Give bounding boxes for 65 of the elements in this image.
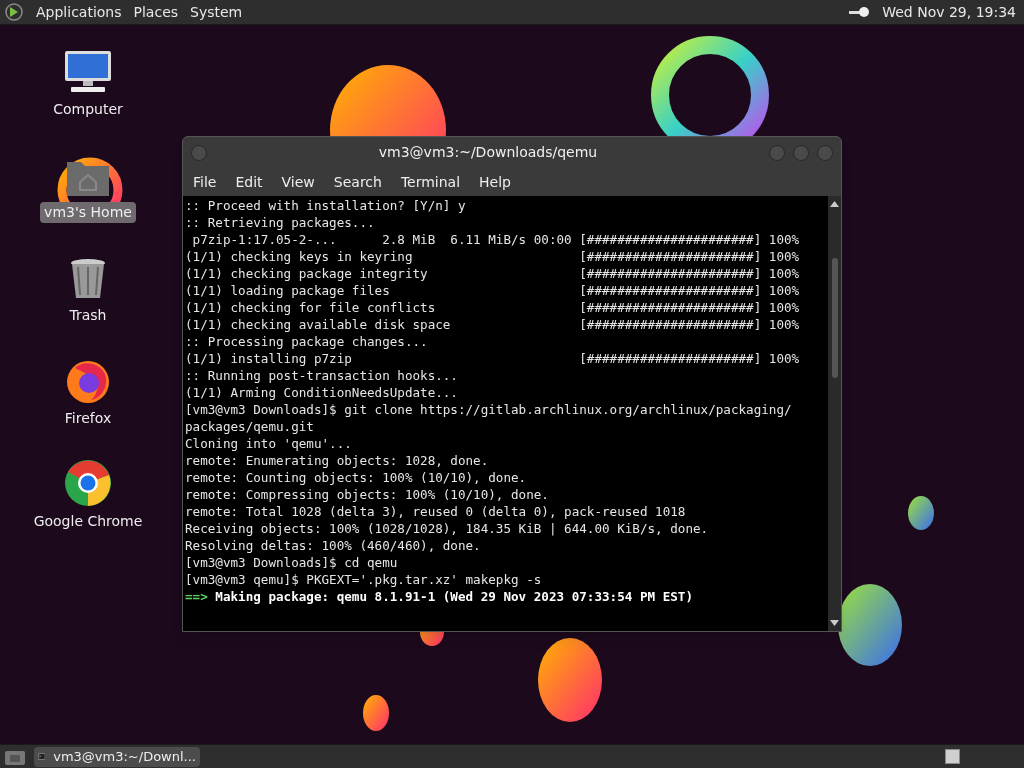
progress-text: [######################] 100% bbox=[579, 350, 800, 367]
terminal-line: Cloning into 'qemu'... bbox=[185, 435, 353, 452]
terminal-line: p7zip-1:17.05-2-... 2.8 MiB 6.11 MiB/s 00:00 bbox=[191, 231, 573, 248]
desktop-icon-label[interactable]: Trash bbox=[65, 305, 111, 326]
terminal-line: Making package: qemu 8.1.91-1 (Wed 29 Nov 2023 07:33:54 PM EST) bbox=[215, 588, 693, 605]
terminal-line: remote: Counting objects: 100% (10/10), done. bbox=[185, 469, 528, 486]
progress-text: [######################] 100% bbox=[579, 282, 800, 299]
terminal-line: remote: Enumerating objects: 1028, done. bbox=[185, 452, 490, 469]
menu-item[interactable]: View bbox=[281, 171, 315, 193]
terminal-line: (1/1) loading package files bbox=[185, 282, 391, 299]
progress-text: [######################] 100% bbox=[579, 265, 800, 282]
desktop-icon-label[interactable]: Google Chrome bbox=[29, 511, 147, 532]
terminal-line: (1/1) checking keys in keyring bbox=[185, 248, 414, 265]
progress-text: [######################] 100% bbox=[579, 316, 800, 333]
terminal-line: :: Running post-transaction hooks... bbox=[185, 367, 459, 384]
terminal-icon bbox=[38, 750, 46, 763]
terminal-line: remote: Compressing objects: 100% (10/10), done. bbox=[185, 486, 550, 503]
window-title: vm3@vm3:~/Downloads/qemu bbox=[377, 143, 599, 162]
progress-text: [######################] 100% bbox=[579, 231, 800, 248]
desktop-icon-label[interactable]: Computer bbox=[49, 99, 127, 120]
menu-item[interactable]: Help bbox=[479, 171, 511, 193]
taskbar-button[interactable]: vm3@vm3:~/Downl... bbox=[34, 746, 200, 767]
key-icon bbox=[848, 6, 871, 18]
monitor-icon bbox=[63, 49, 113, 95]
arrow-prompt: ==> bbox=[185, 588, 208, 605]
terminal-line: (1/1) checking for file conflicts bbox=[185, 299, 437, 316]
menu-item[interactable]: File bbox=[193, 171, 217, 193]
terminal-line: (1/1) Arming ConditionNeedsUpdate... bbox=[185, 384, 459, 401]
scroll-thumb[interactable] bbox=[831, 258, 838, 378]
scroll-up-icon[interactable] bbox=[830, 200, 839, 208]
window-menu-button[interactable] bbox=[191, 144, 207, 161]
terminal-line: [vm3@vm3 qemu]$ PKGEXT='.pkg.tar.xz' makepkg -s bbox=[185, 571, 543, 588]
panel-menu[interactable]: Applications bbox=[36, 1, 122, 23]
terminal-line: [vm3@vm3 Downloads]$ cd qemu bbox=[185, 554, 399, 571]
terminal-line: :: Retrieving packages... bbox=[185, 214, 376, 231]
terminal-line: remote: Total 1028 (delta 3), reused 0 (delta 0), pack-reused 1018 bbox=[185, 503, 687, 520]
terminal-line: [vm3@vm3 Downloads]$ git clone https://gitlab.archlinux.org/archlinux/packaging/ bbox=[185, 401, 793, 418]
menu-item[interactable]: Terminal bbox=[400, 171, 461, 193]
terminal-line: Resolving deltas: 100% (460/460), done. bbox=[185, 537, 482, 554]
scrollbar[interactable] bbox=[828, 196, 841, 631]
terminal-line: :: Proceed with installation? [Y/n] y bbox=[185, 197, 467, 214]
desktop-icon-label[interactable]: vm3's Home bbox=[40, 202, 136, 223]
menu-item[interactable]: Search bbox=[333, 171, 382, 193]
progress-text: [######################] 100% bbox=[579, 248, 800, 265]
panel-menu[interactable]: Places bbox=[133, 1, 179, 23]
terminal-line: (1/1) installing p7zip bbox=[185, 350, 353, 367]
desktop-icon-label[interactable]: Firefox bbox=[60, 408, 116, 429]
terminal-line: Receiving objects: 100% (1028/1028), 184.35 KiB | 644.00 KiB/s, done. bbox=[185, 520, 710, 537]
workspace-switcher[interactable] bbox=[945, 749, 960, 764]
minimize-button[interactable] bbox=[769, 144, 785, 161]
close-button[interactable] bbox=[817, 144, 833, 161]
panel-menu[interactable]: System bbox=[190, 1, 243, 23]
terminal-line: :: Processing package changes... bbox=[185, 333, 429, 350]
chrome-logo-icon bbox=[64, 459, 112, 507]
terminal-line: packages/qemu.git bbox=[185, 418, 315, 435]
terminal-line: (1/1) checking package integrity bbox=[185, 265, 429, 282]
firefox-logo-icon bbox=[65, 358, 111, 404]
progress-text: [######################] 100% bbox=[579, 299, 800, 316]
terminal-line: (1/1) checking available disk space bbox=[185, 316, 452, 333]
menu-logo-icon bbox=[4, 2, 24, 22]
clock[interactable]: Wed Nov 29, 19:34 bbox=[882, 1, 1016, 23]
trash-icon bbox=[68, 257, 108, 301]
scroll-down-icon[interactable] bbox=[830, 619, 839, 627]
maximize-button[interactable] bbox=[793, 144, 809, 161]
menu-item[interactable]: Edit bbox=[235, 171, 263, 193]
